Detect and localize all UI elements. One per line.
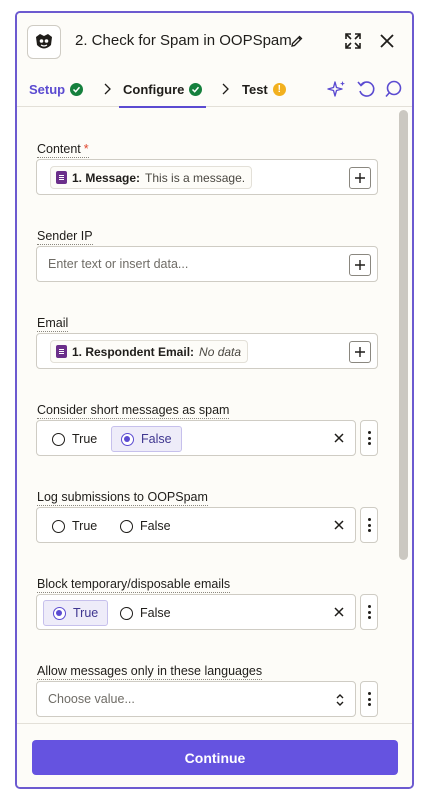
tab-setup[interactable]: Setup <box>29 71 84 107</box>
radio-false[interactable]: False <box>111 600 180 626</box>
content-label: Content * <box>37 141 89 158</box>
languages-placeholder: Choose value... <box>48 692 135 706</box>
radio-circle <box>52 432 65 446</box>
form-icon <box>56 171 67 184</box>
warning-icon: ! <box>272 82 286 96</box>
log-submissions-radio-group: True False <box>36 507 356 543</box>
radio-false-label: False <box>140 519 171 533</box>
plus-icon <box>355 260 365 270</box>
pill-key: 1. Message: <box>72 170 141 185</box>
sender-ip-label: Sender IP <box>37 229 93 245</box>
step-title: 2. Check for Spam in OOPSpam <box>75 32 292 49</box>
form-icon <box>56 345 67 358</box>
pill-value: No data <box>199 344 242 359</box>
tab-setup-label: Setup <box>29 81 66 97</box>
radio-true[interactable]: True <box>43 600 109 626</box>
insert-data-button[interactable] <box>349 341 371 363</box>
kebab-menu-icon[interactable] <box>360 420 378 456</box>
kebab-menu-icon[interactable] <box>360 681 378 717</box>
content-field[interactable]: 1. Message: This is a message. <box>36 159 378 195</box>
radio-true-label: True <box>73 606 99 620</box>
radio-circle <box>53 606 66 620</box>
radio-false-label: False <box>140 606 171 620</box>
oopspam-logo-icon <box>27 25 61 59</box>
check-circle-icon <box>189 82 203 96</box>
short-messages-radio-group: True False <box>36 420 356 456</box>
undo-icon[interactable] <box>356 79 376 99</box>
sender-ip-placeholder: Enter text or insert data... <box>48 257 189 271</box>
clear-x-icon[interactable] <box>333 432 345 444</box>
plus-icon <box>355 347 365 357</box>
email-label: Email <box>37 316 69 332</box>
insert-data-button[interactable] <box>349 167 371 189</box>
block-temp-emails-radio-group: True False <box>36 594 356 630</box>
close-icon[interactable] <box>378 32 396 50</box>
chevron-right-icon <box>104 83 111 95</box>
form-body: Content * 1. Message: This is a message. … <box>17 108 412 723</box>
pill-key: 1. Respondent Email: <box>72 344 195 359</box>
chevron-right-icon <box>222 83 229 95</box>
pencil-icon[interactable] <box>290 34 304 48</box>
languages-select[interactable]: Choose value... <box>36 681 356 717</box>
clear-x-icon[interactable] <box>333 519 345 531</box>
languages-label: Allow messages only in these languages <box>37 664 263 680</box>
required-mark: * <box>83 142 89 156</box>
email-field[interactable]: 1. Respondent Email: No data <box>36 333 378 369</box>
radio-true[interactable]: True <box>43 426 106 452</box>
continue-button[interactable]: Continue <box>32 740 398 775</box>
radio-circle <box>120 519 133 533</box>
radio-false[interactable]: False <box>111 426 182 452</box>
content-label-text: Content <box>37 142 81 156</box>
panel-header: 2. Check for Spam in OOPSpam <box>17 13 412 71</box>
kebab-menu-icon[interactable] <box>360 594 378 630</box>
radio-circle <box>120 606 133 620</box>
radio-true-label: True <box>72 519 98 533</box>
content-data-pill[interactable]: 1. Message: This is a message. <box>50 166 253 189</box>
updown-chevron-icon <box>336 694 344 706</box>
tab-configure[interactable]: Configure <box>118 71 207 108</box>
block-temp-emails-label: Block temporary/disposable emails <box>37 577 231 593</box>
plus-icon <box>355 173 365 183</box>
tab-test-label: Test <box>242 81 268 97</box>
comment-icon[interactable] <box>383 79 403 99</box>
insert-data-button[interactable] <box>349 254 371 276</box>
tab-configure-label: Configure <box>123 81 185 97</box>
step-editor-panel: 2. Check for Spam in OOPSpam Setup Confi… <box>15 11 414 789</box>
scrollbar[interactable] <box>399 110 408 560</box>
tab-test[interactable]: Test ! <box>242 71 286 107</box>
clear-x-icon[interactable] <box>333 606 345 618</box>
email-data-pill[interactable]: 1. Respondent Email: No data <box>50 340 249 363</box>
radio-true[interactable]: True <box>43 513 106 539</box>
radio-circle <box>52 519 65 533</box>
radio-false-label: False <box>141 432 172 446</box>
short-messages-label: Consider short messages as spam <box>37 403 230 419</box>
log-submissions-label: Log submissions to OOPSpam <box>37 490 208 506</box>
step-tabs: Setup Configure Test ! <box>17 71 412 108</box>
check-circle-icon <box>70 82 84 96</box>
sparkle-icon[interactable] <box>327 79 347 99</box>
radio-true-label: True <box>72 432 98 446</box>
sender-ip-field[interactable]: Enter text or insert data... <box>36 246 378 282</box>
kebab-menu-icon[interactable] <box>360 507 378 543</box>
radio-circle <box>121 432 134 446</box>
panel-footer: Continue <box>17 723 412 787</box>
pill-value: This is a message. <box>145 170 246 185</box>
radio-false[interactable]: False <box>111 513 180 539</box>
expand-icon[interactable] <box>343 31 363 51</box>
